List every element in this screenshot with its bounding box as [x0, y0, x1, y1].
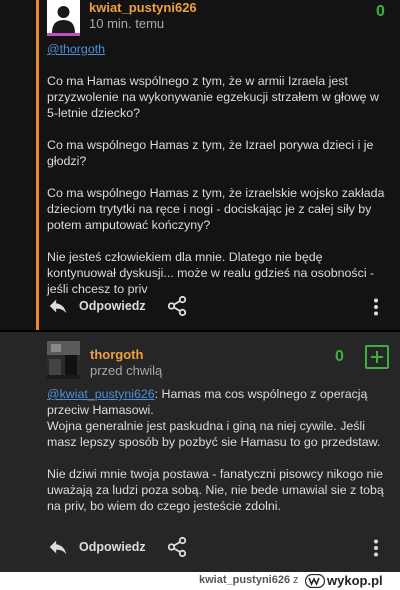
wykop-logo-icon — [305, 573, 325, 588]
avatar[interactable] — [47, 0, 80, 33]
user-mention-link[interactable]: @thorgoth — [47, 42, 105, 56]
vote-count: 0 — [376, 3, 385, 20]
comment-timestamp[interactable]: przed chwilą — [90, 363, 162, 378]
comment-actions: Odpowiedz — [47, 536, 188, 558]
comment-paragraph: Co ma wspólnego Hamas z tym, że izraelsk… — [47, 186, 385, 232]
reply-button[interactable]: Odpowiedz — [79, 299, 146, 313]
comment-paragraph: Co ma wspólnego Hamas z tym, że Izrael p… — [47, 138, 374, 168]
avatar[interactable] — [47, 341, 80, 379]
watermark-connector: z — [293, 574, 299, 586]
comment-author[interactable]: kwiat_pustyni626 — [89, 0, 197, 15]
more-options-icon[interactable] — [368, 539, 384, 557]
comment-paragraph: @kwiat_pustyni626: Hamas ma cos wspólneg… — [47, 387, 380, 449]
wykop-logo-text: wykop.pl — [327, 573, 383, 588]
wykop-logo: wykop.pl — [305, 573, 383, 588]
reply-icon[interactable] — [47, 536, 69, 558]
comment-body: @kwiat_pustyni626: Hamas ma cos wspólneg… — [47, 386, 392, 530]
vote-count: 0 — [335, 348, 344, 365]
comment-paragraph: Nie dziwi mnie twoja postawa - fanatyczn… — [47, 467, 384, 513]
reply-button[interactable]: Odpowiedz — [79, 540, 146, 554]
watermark-username: kwiat_pustyni626 — [199, 574, 291, 586]
comment-actions: Odpowiedz — [47, 295, 188, 317]
comment-body: @thorgoth Co ma Hamas wspólnego z tym, ż… — [47, 41, 392, 313]
share-icon[interactable] — [166, 295, 188, 317]
avatar-gender-bar — [47, 33, 80, 36]
user-photo-avatar-icon — [47, 341, 80, 379]
comment-timestamp[interactable]: 10 min. temu — [89, 16, 164, 32]
comment-text: Wojna generalnie jest paskudna i giną na… — [47, 419, 381, 449]
more-options-icon[interactable] — [368, 298, 384, 316]
share-icon[interactable] — [166, 536, 188, 558]
highlight-accent-bar — [36, 0, 39, 330]
upvote-plus-button[interactable] — [365, 345, 389, 369]
comment-paragraph: Co ma Hamas wspólnego z tym, że w armii … — [47, 74, 379, 120]
comment-paragraph: Nie jesteś człowiekiem dla mnie. Dlatego… — [47, 250, 375, 296]
comment-author[interactable]: thorgoth — [90, 347, 143, 362]
default-user-avatar-icon — [47, 0, 80, 33]
reply-icon[interactable] — [47, 295, 69, 317]
user-mention-link[interactable]: @kwiat_pustyni626 — [47, 387, 155, 401]
